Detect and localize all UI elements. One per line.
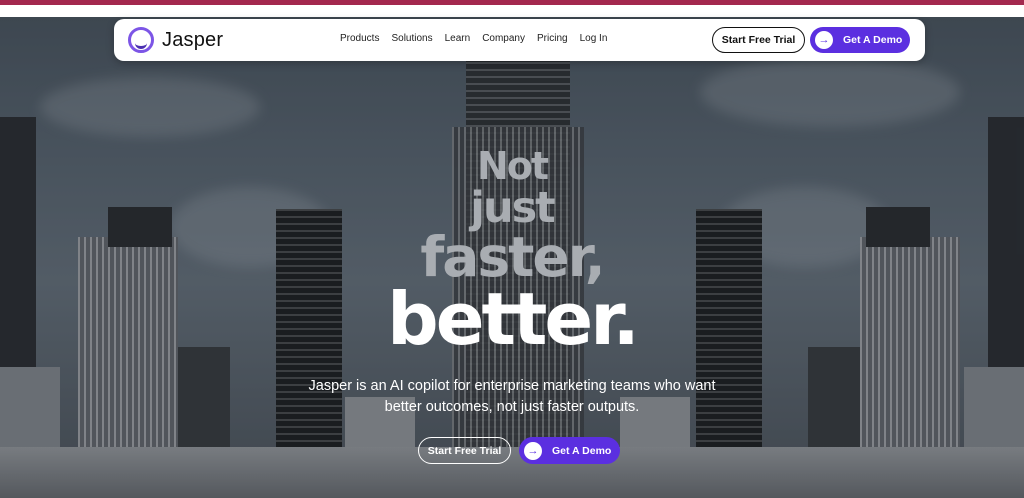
- arrow-right-icon: →: [524, 441, 542, 460]
- nav-item-learn[interactable]: Learn: [445, 33, 471, 44]
- headline-line-4: better.: [387, 277, 640, 361]
- hero-start-trial-button[interactable]: Start Free Trial: [418, 437, 511, 464]
- hero-subtitle-line-2: better outcomes, not just faster outputs…: [384, 399, 640, 415]
- nav-item-pricing[interactable]: Pricing: [537, 33, 568, 44]
- nav-item-products[interactable]: Products: [340, 33, 379, 44]
- top-navbar: Jasper Products Solutions Learn Company …: [114, 19, 925, 61]
- jasper-logo-icon: [128, 27, 154, 53]
- top-gap: [0, 5, 1024, 17]
- hero-subtitle-line-1: Jasper is an AI copilot for enterprise m…: [308, 378, 716, 394]
- brand-name: Jasper: [162, 28, 224, 51]
- nav-start-trial-label: Start Free Trial: [721, 34, 796, 46]
- nav-item-solutions[interactable]: Solutions: [391, 33, 432, 44]
- logo[interactable]: Jasper: [128, 27, 223, 53]
- headline-line-1: Not: [476, 144, 549, 188]
- nav-item-login[interactable]: Log In: [580, 33, 608, 44]
- nav-get-demo-label: Get A Demo: [843, 34, 903, 46]
- nav-start-trial-button[interactable]: Start Free Trial: [712, 27, 805, 53]
- nav-get-demo-button[interactable]: → Get A Demo: [810, 27, 910, 53]
- hero-get-demo-label: Get A Demo: [552, 444, 612, 457]
- arrow-right-icon: →: [815, 31, 833, 49]
- hero-start-trial-label: Start Free Trial: [427, 444, 502, 457]
- hero-get-demo-button[interactable]: → Get A Demo: [519, 437, 620, 464]
- nav-links: Products Solutions Learn Company Pricing…: [340, 33, 619, 44]
- nav-item-company[interactable]: Company: [482, 33, 525, 44]
